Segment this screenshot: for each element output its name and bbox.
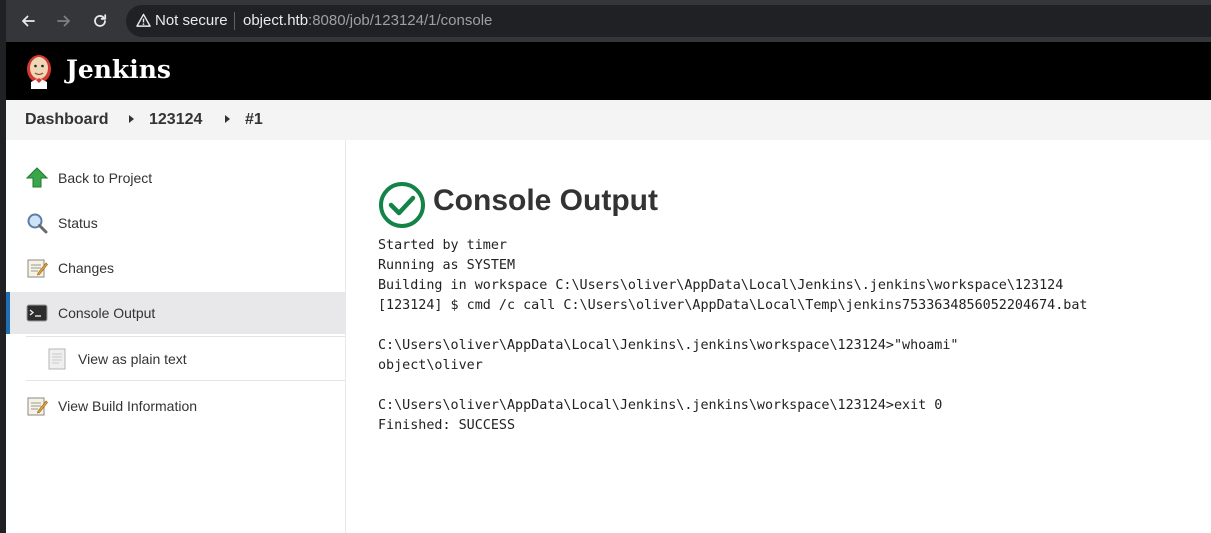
side-panel: Back to Project Status Changes Console O…	[6, 140, 346, 533]
breadcrumb-chevron-icon[interactable]	[129, 115, 134, 123]
url-text[interactable]: object.htb:8080/job/123124/1/console	[243, 12, 492, 30]
sidebar-item-label: Back to Project	[58, 170, 153, 186]
notepad-icon	[27, 397, 48, 416]
reload-icon	[94, 14, 107, 27]
sidebar-item-label: Console Output	[58, 305, 156, 321]
breadcrumb-job[interactable]: 123124	[149, 111, 202, 129]
document-icon	[48, 348, 66, 370]
sidebar-item-label: Status	[58, 215, 98, 231]
console-line: Finished: SUCCESS	[378, 418, 516, 433]
main-content: Console Output Started by timer Running …	[347, 140, 1211, 533]
sidebar-item-label: Changes	[58, 260, 115, 276]
forward-button[interactable]	[51, 8, 77, 34]
console-line: Started by timer	[378, 238, 507, 253]
console-line: Running as SYSTEM	[378, 258, 516, 273]
sidebar-item-label: View as plain text	[78, 351, 187, 367]
browser-toolbar: Not secure object.htb:8080/job/123124/1/…	[6, 0, 1211, 42]
console-line: object\oliver	[378, 358, 483, 373]
breadcrumb-chevron-icon[interactable]	[225, 115, 230, 123]
back-arrow-icon	[22, 15, 35, 27]
sidebar-item-status[interactable]: Status	[6, 202, 345, 244]
sub-item-divider	[26, 380, 345, 381]
jenkins-title[interactable]: Jenkins	[66, 55, 171, 85]
console-line: [123124] $ cmd /c call C:\Users\oliver\A…	[378, 298, 1088, 313]
security-indicator[interactable]: Not secure	[155, 12, 228, 30]
sub-item-divider	[26, 336, 345, 337]
breadcrumb: Dashboard 123124 #1	[6, 100, 1211, 140]
breadcrumb-dashboard[interactable]: Dashboard	[25, 111, 109, 129]
console-line: C:\Users\oliver\AppData\Local\Jenkins\.j…	[378, 338, 959, 353]
breadcrumb-build[interactable]: #1	[245, 111, 263, 129]
url-host: object.htb	[243, 12, 309, 29]
reload-button[interactable]	[87, 8, 113, 34]
url-path: :8080/job/123124/1/console	[308, 12, 493, 29]
jenkins-header: Jenkins	[6, 42, 1211, 100]
sidebar-item-back-to-project[interactable]: Back to Project	[6, 157, 345, 199]
sidebar-item-view-build-information[interactable]: View Build Information	[6, 385, 345, 427]
notepad-icon	[27, 259, 48, 278]
terminal-icon	[26, 304, 48, 322]
address-bar[interactable]: Not secure object.htb:8080/job/123124/1/…	[126, 5, 1211, 37]
success-check-icon	[379, 182, 425, 228]
console-line: Building in workspace C:\Users\oliver\Ap…	[378, 278, 1064, 293]
console-output-text[interactable]: Started by timer Running as SYSTEM Build…	[378, 236, 1087, 436]
sidebar-item-changes[interactable]: Changes	[6, 247, 345, 289]
url-divider	[234, 12, 235, 30]
page-title: Console Output	[433, 184, 658, 217]
up-arrow-icon	[26, 167, 48, 188]
warning-triangle-icon[interactable]	[136, 13, 151, 28]
sidebar-item-console-output[interactable]: Console Output	[6, 292, 345, 334]
console-line: C:\Users\oliver\AppData\Local\Jenkins\.j…	[378, 398, 943, 413]
back-button[interactable]	[15, 8, 41, 34]
sidebar-item-view-plain-text[interactable]: View as plain text	[6, 338, 345, 380]
forward-arrow-icon	[57, 15, 70, 27]
sidebar-item-label: View Build Information	[58, 398, 198, 414]
magnifier-icon	[27, 213, 48, 234]
jenkins-logo-icon[interactable]	[24, 52, 54, 90]
